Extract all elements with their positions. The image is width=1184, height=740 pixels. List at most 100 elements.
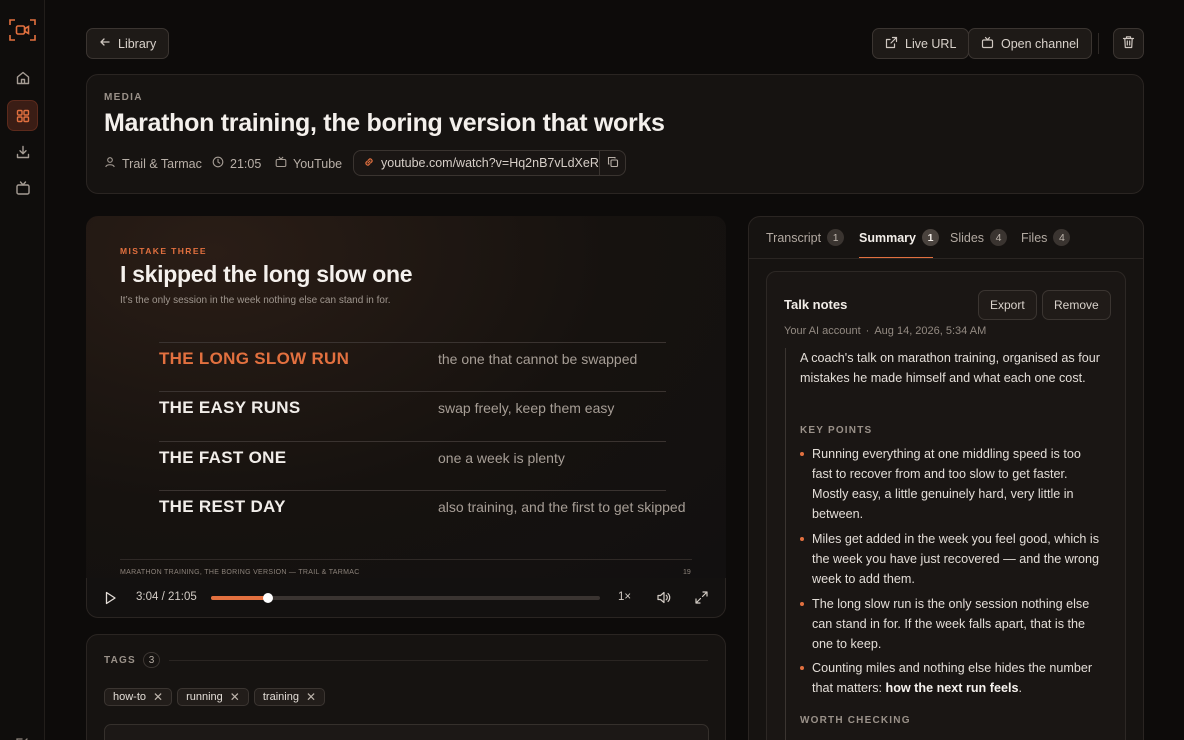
logout-icon[interactable]: [15, 732, 29, 740]
key-point: Miles get added in the week you feel goo…: [812, 532, 1100, 586]
open-channel-button[interactable]: Open channel: [968, 28, 1092, 59]
tab-label: Slides: [950, 230, 985, 245]
play-button[interactable]: [104, 591, 117, 610]
bullet-dot: [800, 452, 804, 456]
playback-speed-button[interactable]: 1×: [618, 591, 631, 603]
source-url[interactable]: youtube.com/watch?v=Hq2nB7vLdXeR: [381, 156, 599, 170]
slide-row-value: the one that cannot be swapped: [438, 351, 638, 367]
tag-chip-label: running: [186, 691, 223, 703]
slide-footer-text: MARATHON TRAINING, THE BORING VERSION — …: [120, 569, 360, 576]
bullet-dot: [800, 537, 804, 541]
progress-handle[interactable]: [262, 593, 273, 603]
tag-chip[interactable]: running ✕: [177, 688, 249, 706]
slide-footer-divider: [120, 559, 692, 560]
slide-kicker: MISTAKE THREE: [120, 246, 207, 256]
user-icon: [104, 156, 116, 171]
slide-row: THE REST DAY also training, and the firs…: [159, 490, 685, 540]
slide-page-number: 19: [683, 569, 691, 576]
open-channel-label: Open channel: [1001, 36, 1079, 51]
fullscreen-icon[interactable]: [694, 590, 709, 610]
summary-meta: Your AI account · Aug 14, 2026, 5:34 AM: [784, 325, 986, 337]
platform-meta: YouTube: [275, 156, 342, 171]
tab-files[interactable]: Files 4: [1021, 229, 1071, 246]
slide-row: THE LONG SLOW RUN the one that cannot be…: [159, 342, 666, 392]
summary-title: Talk notes: [784, 297, 848, 312]
tags-label: TAGS: [104, 655, 136, 666]
duration-meta: 21:05: [212, 156, 261, 171]
tab-label: Transcript: [766, 230, 822, 245]
author-meta: Trail & Tarmac: [104, 156, 202, 171]
tags-count-badge: 3: [143, 652, 160, 668]
tab-label: Summary: [859, 230, 916, 245]
tag-chip-label: training: [262, 691, 299, 703]
link-icon: [363, 156, 375, 171]
slide-row-value: also training, and the first to get skip…: [438, 499, 686, 515]
back-to-library-button[interactable]: Library: [86, 28, 170, 59]
export-button[interactable]: Export: [978, 290, 1037, 320]
worth-checking-label: WORTH CHECKING: [800, 715, 911, 726]
summary-date: Aug 14, 2026, 5:34 AM: [874, 325, 987, 337]
tag-chip[interactable]: how-to ✕: [104, 688, 173, 706]
rail-download-icon[interactable]: [7, 136, 38, 167]
arrow-left-icon: [99, 36, 111, 51]
duration-value: 21:05: [230, 156, 262, 171]
slide-row: THE FAST ONE one a week is plenty: [159, 441, 666, 491]
export-label: Export: [990, 298, 1025, 312]
tab-transcript[interactable]: Transcript 1: [766, 229, 845, 246]
tab-count-badge: 4: [990, 229, 1008, 246]
app-logo-icon[interactable]: [9, 19, 36, 41]
tab-summary[interactable]: Summary 1: [859, 229, 939, 246]
external-link-icon: [885, 36, 898, 52]
slide-row-key: THE FAST ONE: [159, 448, 287, 467]
tab-count-badge: 1: [827, 229, 845, 246]
close-icon[interactable]: ✕: [153, 690, 163, 704]
key-points-label: KEY POINTS: [800, 425, 873, 436]
platform-name: YouTube: [293, 156, 343, 171]
back-button-label: Library: [118, 36, 157, 51]
close-icon[interactable]: ✕: [306, 690, 316, 704]
summary-account: Your AI account: [784, 325, 861, 337]
player-controls: 3:04 / 21:05 1×: [86, 578, 726, 618]
rail-tv-icon[interactable]: [7, 172, 38, 203]
slide-row-value: swap freely, keep them easy: [438, 400, 615, 416]
delete-button[interactable]: [1113, 28, 1144, 59]
key-point: Running everything at one middling speed…: [812, 447, 1081, 521]
live-url-label: Live URL: [905, 36, 957, 51]
toolbar-divider: [1098, 33, 1099, 54]
tab-count-badge: 4: [1053, 229, 1071, 246]
slide-row-key: THE LONG SLOW RUN: [159, 349, 350, 368]
tab-count-badge: 1: [921, 229, 939, 246]
key-point-text-end: .: [1018, 681, 1022, 695]
summary-body-rule: [785, 348, 786, 740]
playback-time: 3:04 / 21:05: [136, 591, 197, 603]
remove-button[interactable]: Remove: [1042, 290, 1111, 320]
live-url-button[interactable]: Live URL: [872, 28, 970, 59]
copy-icon: [607, 156, 619, 171]
source-url-pill[interactable]: youtube.com/watch?v=Hq2nB7vLdXeR: [353, 150, 626, 176]
rail-home-icon[interactable]: [7, 62, 38, 93]
slide-row-key: THE REST DAY: [159, 497, 286, 516]
rail-library-icon[interactable]: [7, 100, 38, 131]
tag-list: how-to ✕ running ✕ training ✕: [104, 688, 330, 706]
progress-fill: [211, 596, 268, 600]
close-icon[interactable]: ✕: [230, 690, 240, 704]
add-tag-input[interactable]: [104, 724, 709, 740]
tags-divider: [169, 660, 708, 661]
tag-chip[interactable]: training ✕: [253, 688, 325, 706]
progress-track[interactable]: [211, 593, 600, 603]
tv-icon: [981, 36, 994, 52]
bullet-dot: [800, 666, 804, 670]
meta-separator: ·: [865, 325, 870, 337]
volume-icon[interactable]: [656, 590, 671, 610]
video-frame[interactable]: MISTAKE THREE I skipped the long slow on…: [86, 216, 726, 578]
tabs-divider: [749, 258, 1143, 259]
key-point: Counting miles and nothing else hides th…: [812, 658, 1104, 698]
slide-row-value: one a week is plenty: [438, 450, 565, 466]
play-icon: [104, 591, 117, 609]
copy-url-button[interactable]: [599, 151, 625, 175]
trash-icon: [1122, 35, 1135, 52]
slide-row-key: THE EASY RUNS: [159, 398, 301, 417]
side-rail: [0, 0, 45, 740]
slide-heading: I skipped the long slow one: [120, 261, 413, 287]
tab-slides[interactable]: Slides 4: [950, 229, 1008, 246]
